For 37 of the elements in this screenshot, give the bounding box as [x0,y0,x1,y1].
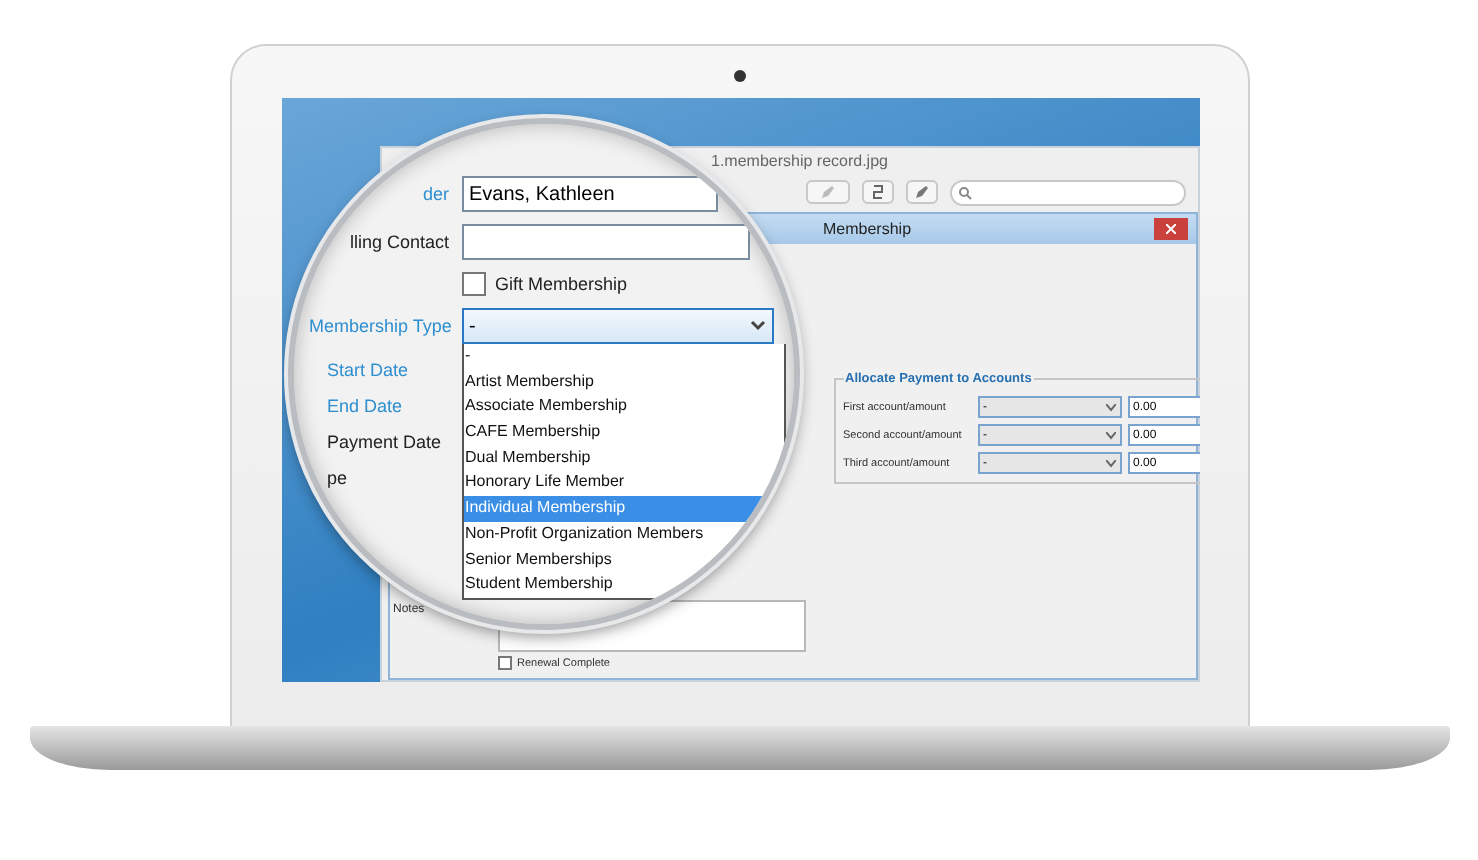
window-title: 1.membership record.jpg [709,150,890,174]
checkbox[interactable] [497,656,511,670]
edit-icon [913,184,929,200]
dialog-title: Membership [823,220,912,238]
close-button[interactable] [1153,218,1187,240]
dropdown-option[interactable]: Associate Membership [463,394,783,421]
chevron-down-icon [1105,459,1115,467]
field-label: Membership Type [309,316,454,336]
field-label: der [420,184,451,204]
dropdown-option[interactable]: Senior Memberships [463,547,783,573]
dropdown-option[interactable]: Artist Membership [463,369,783,395]
field-label: End Date [327,396,405,416]
checkbox[interactable] [461,272,485,296]
dropdown-option[interactable]: CAFE Membership [463,420,783,446]
dropdown-option[interactable]: Dual Membership [463,445,783,471]
pencil-icon [819,184,835,200]
dropdown-option[interactable]: Non-Profit Organization Members [463,521,783,547]
select-field[interactable]: - [461,308,773,344]
chevron-down-icon [1105,403,1115,411]
chevron-down-icon [1105,431,1115,439]
dropdown-option[interactable]: - [463,344,783,370]
search-icon [957,185,971,199]
input-field[interactable] [461,224,749,260]
search-field[interactable] [949,179,1185,205]
field-label: Payment Date [327,432,444,452]
rotate-button[interactable] [861,180,893,204]
input-field[interactable]: Evans, Kathleen [461,176,717,212]
dropdown-option[interactable]: Student Membership [463,572,783,598]
field-label: pe [327,468,350,488]
chevron-down-icon [749,320,765,332]
edit-button[interactable] [905,180,937,204]
close-icon [1165,224,1175,234]
checkbox-label: Gift Membership [495,274,628,294]
field-label: Start Date [327,360,411,380]
dropdown-option[interactable]: Honorary Life Member [463,470,783,497]
field-label: lling Contact [347,232,451,252]
camera-icon [734,70,746,82]
